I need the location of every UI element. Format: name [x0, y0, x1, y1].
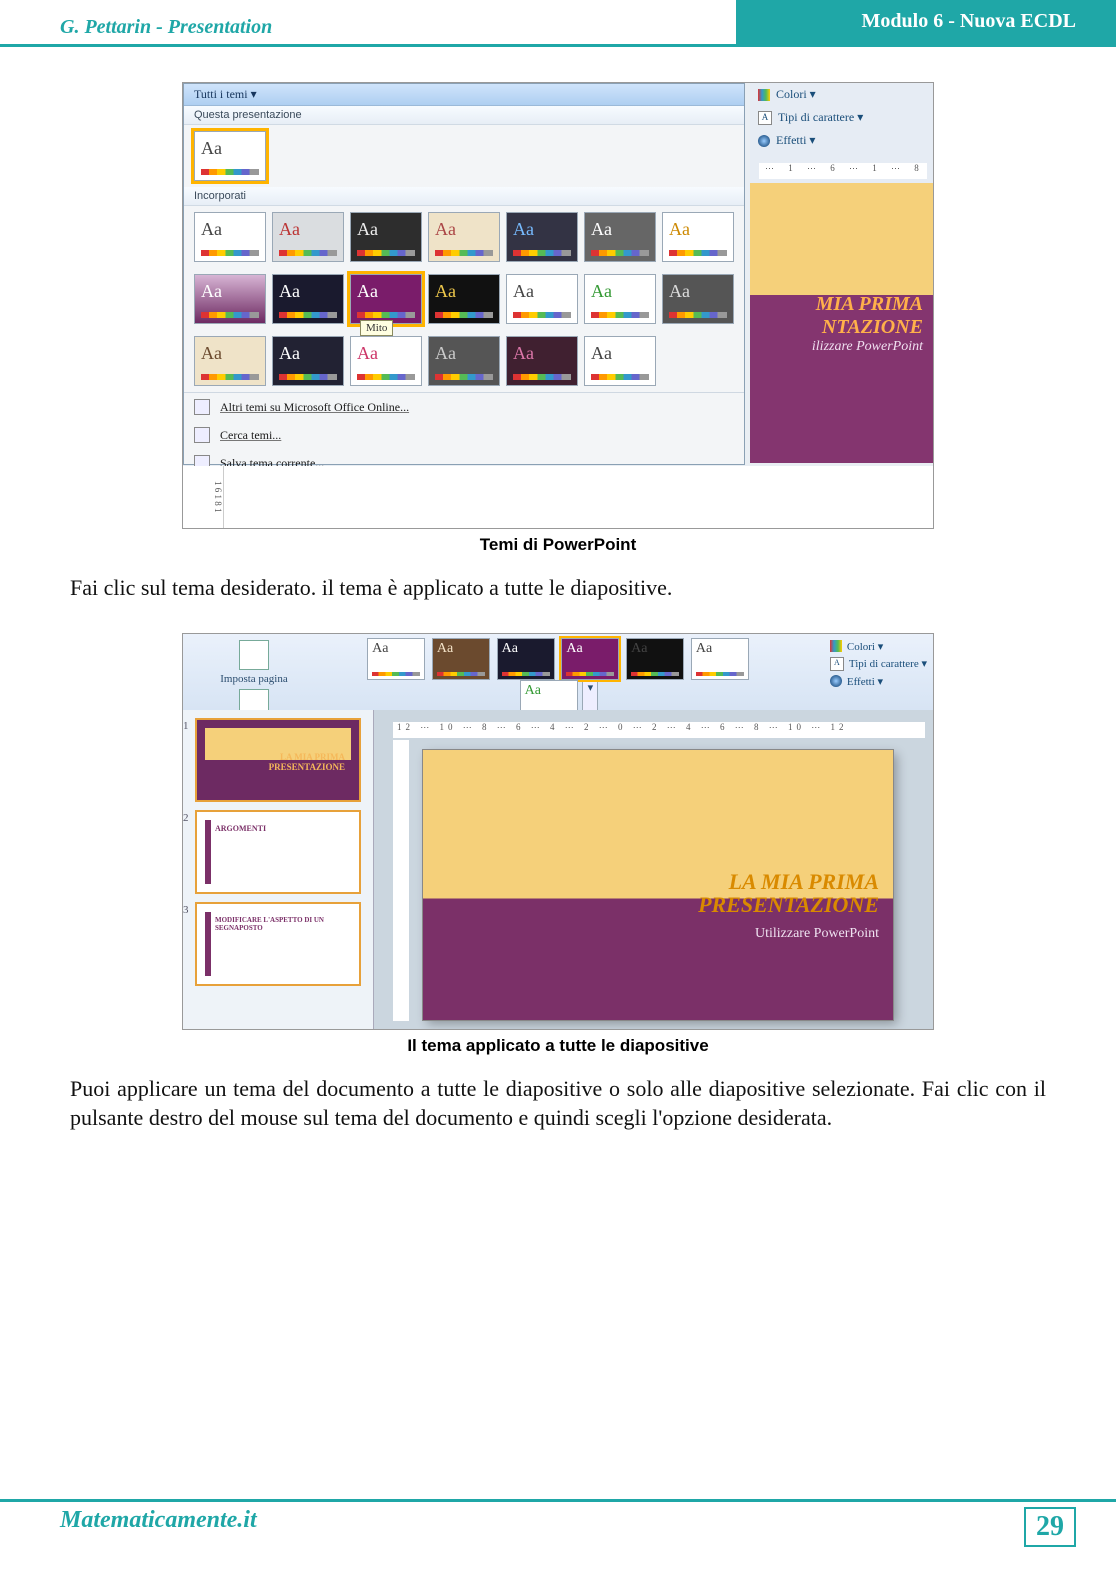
ruler-vertical: 1 6 1 8 1 [203, 466, 224, 528]
font-icon: A [830, 657, 844, 671]
theme-gallery-item[interactable]: Aa [497, 638, 555, 680]
theme-thumb[interactable]: Aa [194, 336, 266, 386]
all-themes-button[interactable]: Tutti i temi ▾ [184, 84, 744, 106]
ruler-horizontal: 12 ⋯ 10 ⋯ 8 ⋯ 6 ⋯ 4 ⋯ 2 ⋯ 0 ⋯ 2 ⋯ 4 ⋯ 6 … [393, 722, 925, 738]
theme-thumb[interactable]: Aa [428, 336, 500, 386]
slide-number: 2 [183, 812, 189, 824]
slide-title-frag: MIA PRIMA [750, 293, 923, 316]
footer-site: Matematicamente.it [60, 1507, 257, 1534]
paragraph-2: Puoi applicare un tema del documento a t… [70, 1074, 1046, 1133]
effects-icon [758, 135, 770, 147]
theme-thumb[interactable]: Aa [194, 212, 266, 262]
slide-subtitle-frag: ilizzare PowerPoint [750, 339, 923, 355]
theme-thumb[interactable]: Aa [506, 212, 578, 262]
footer-rule [0, 1499, 1116, 1502]
bottom-area: 1 6 1 8 1 [183, 466, 933, 528]
palette-icon [758, 89, 770, 101]
section-this-presentation: Questa presentazione [184, 106, 744, 125]
theme-thumb[interactable]: Aa [584, 336, 656, 386]
theme-thumb[interactable]: Aa [506, 336, 578, 386]
effects-icon [830, 675, 842, 687]
theme-thumb-hover[interactable]: Aa [350, 274, 422, 324]
page-header: G. Pettarin - Presentation Modulo 6 - Nu… [0, 0, 1116, 52]
section-builtin: Incorporati [184, 187, 744, 206]
theme-thumb[interactable]: Aa [428, 274, 500, 324]
slide-title: LA MIA PRIMA PRESENTAZIONE [698, 870, 879, 916]
page-number: 29 [1024, 1507, 1076, 1547]
page-setup-button[interactable]: Imposta pagina [216, 638, 292, 687]
theme-thumb[interactable]: Aa [350, 212, 422, 262]
theme-thumb[interactable]: Aa [272, 212, 344, 262]
slide-number: 3 [183, 904, 189, 916]
figure1-caption: Temi di PowerPoint [0, 535, 1116, 555]
header-rule [0, 44, 1116, 47]
globe-icon [194, 399, 210, 415]
slide-panel: 1 LA MIA PRIMA PRESENTAZIONE 2 ARGOMENTI… [183, 710, 374, 1029]
themes-panel: Tutti i temi ▾ Questa presentazione Aa I… [183, 83, 745, 465]
slide-preview-cropped: MIA PRIMA NTAZIONE ilizzare PowerPoint [750, 183, 933, 463]
effects-button[interactable]: Effetti ▾ [750, 129, 933, 152]
header-left: G. Pettarin - Presentation [60, 16, 272, 39]
fonts-button[interactable]: ATipi di carattere ▾ [750, 106, 933, 129]
ribbon: Imposta pagina Orientamento diapositiva … [183, 634, 933, 711]
theme-thumb[interactable]: Aa [350, 336, 422, 386]
theme-gallery-item[interactable]: Aa [367, 638, 425, 680]
ribbon-theme-options: Colori ▾ ATipi di carattere ▾ Effetti ▾ … [750, 83, 933, 463]
theme-thumb[interactable]: Aa [428, 212, 500, 262]
figure-theme-applied: Imposta pagina Orientamento diapositiva … [182, 633, 934, 1030]
figure-themes-dropdown: Tutti i temi ▾ Questa presentazione Aa I… [182, 82, 934, 529]
page-setup-icon [239, 640, 269, 670]
theme-tooltip: Mito [360, 320, 393, 336]
paragraph-1: Fai clic sul tema desiderato. il tema è … [70, 573, 1046, 603]
theme-thumb[interactable]: Aa [584, 274, 656, 324]
header-right: Modulo 6 - Nuova ECDL [736, 0, 1116, 44]
page-footer: Matematicamente.it 29 [0, 1499, 1116, 1549]
theme-thumb[interactable]: Aa [584, 212, 656, 262]
theme-gallery-item-selected[interactable]: Aa [561, 638, 619, 680]
theme-thumb-current[interactable]: Aa [194, 131, 266, 181]
slide-thumbnail[interactable]: 1 LA MIA PRIMA PRESENTAZIONE [195, 718, 361, 802]
ruler-vertical [393, 740, 409, 1021]
theme-gallery-item[interactable]: Aa [626, 638, 684, 680]
page-setup-label: Imposta pagina [220, 673, 288, 685]
slide-thumbnail[interactable]: 2 ARGOMENTI [195, 810, 361, 894]
theme-thumb[interactable]: Aa [662, 212, 734, 262]
slide-title-frag: NTAZIONE [750, 316, 923, 339]
editor-area: 12 ⋯ 10 ⋯ 8 ⋯ 6 ⋯ 4 ⋯ 2 ⋯ 0 ⋯ 2 ⋯ 4 ⋯ 6 … [183, 710, 933, 1029]
ribbon-theme-options: Colori ▾ ATipi di carattere ▾ Effetti ▾ [830, 638, 927, 690]
palette-icon [830, 640, 842, 652]
colors-button[interactable]: Colori ▾ [750, 83, 933, 106]
search-icon [194, 427, 210, 443]
link-more-online[interactable]: Altri temi su Microsoft Office Online... [184, 393, 744, 421]
theme-thumb[interactable]: Aa [272, 336, 344, 386]
theme-thumb[interactable]: Aa [506, 274, 578, 324]
slide-thumbnail[interactable]: 3 MODIFICARE L'ASPETTO DI UN SEGNAPOSTO [195, 902, 361, 986]
theme-thumb[interactable]: Aa [662, 274, 734, 324]
colors-button[interactable]: Colori ▾ [830, 638, 927, 655]
all-themes-label: Tutti i temi ▾ [194, 87, 257, 101]
font-icon: A [758, 111, 772, 125]
slide-subtitle: Utilizzare PowerPoint [755, 926, 879, 942]
panel-links: Altri temi su Microsoft Office Online...… [184, 392, 744, 477]
fonts-button[interactable]: ATipi di carattere ▾ [830, 655, 927, 673]
theme-thumb[interactable]: Aa [272, 274, 344, 324]
theme-thumb[interactable]: Aa [194, 274, 266, 324]
theme-gallery-item[interactable]: Aa [691, 638, 749, 680]
ruler-horizontal: ⋯ 1 ⋯ 6 ⋯ 1 ⋯ 8 ⋯ 1 ⋯ 10 ⋯ 1 [759, 163, 927, 179]
link-search-themes[interactable]: Cerca temi... [184, 421, 744, 449]
main-slide[interactable]: LA MIA PRIMA PRESENTAZIONE Utilizzare Po… [423, 750, 893, 1020]
theme-gallery-item[interactable]: Aa [432, 638, 490, 680]
figure2-caption: Il tema applicato a tutte le diapositive [0, 1036, 1116, 1056]
slide-number: 1 [183, 720, 189, 732]
effects-button[interactable]: Effetti ▾ [830, 673, 927, 690]
